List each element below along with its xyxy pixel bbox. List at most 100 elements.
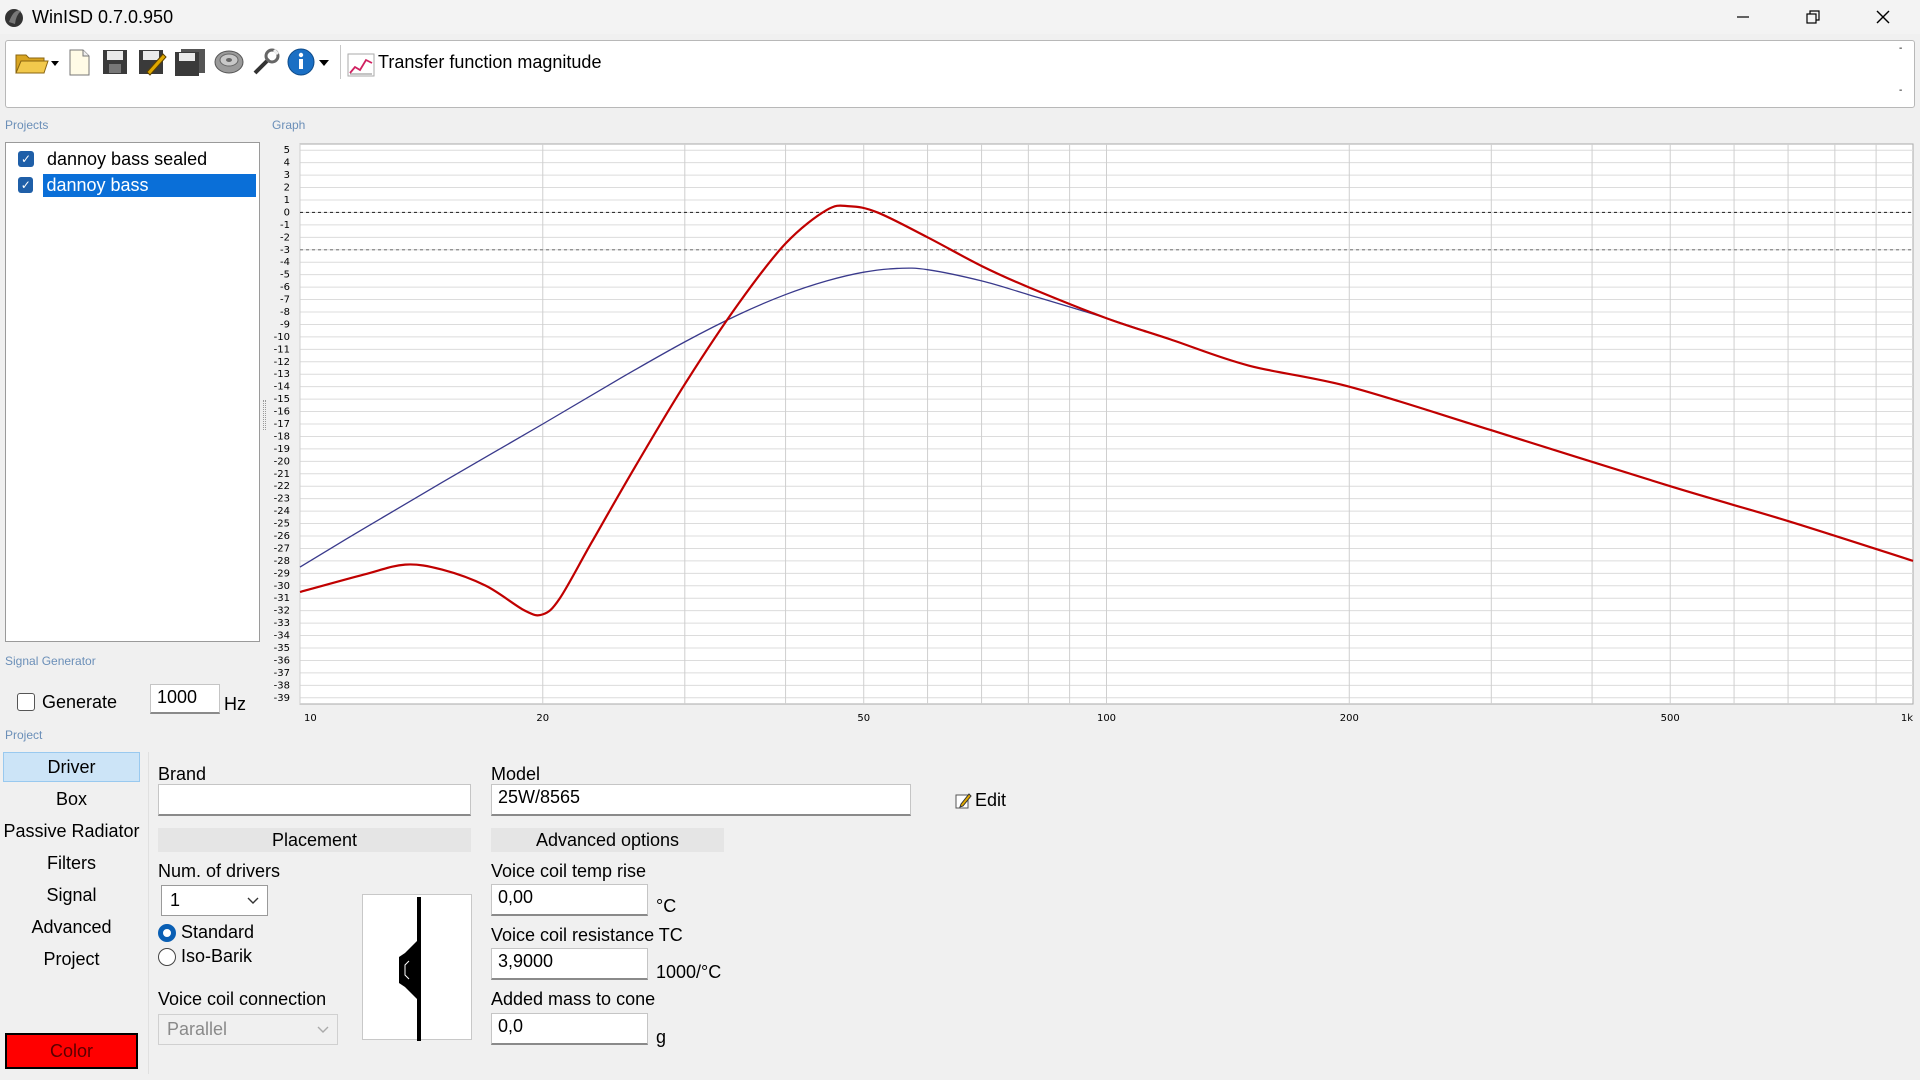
info-button[interactable] — [286, 46, 332, 78]
y-tick-label: -35 — [274, 643, 290, 654]
generate-checkbox[interactable] — [17, 693, 35, 711]
y-tick-label: -27 — [274, 543, 290, 554]
placement-header: Placement — [158, 828, 471, 852]
open-folder-icon — [15, 54, 59, 74]
toolbar: Transfer function magnitude - - — [5, 40, 1915, 108]
edit-button[interactable]: Edit — [954, 790, 1006, 811]
toolbar-separator — [340, 45, 341, 79]
y-tick-label: -34 — [274, 631, 290, 642]
y-tick-label: -37 — [274, 668, 290, 679]
save-all-button[interactable] — [172, 46, 208, 78]
graph-type-label[interactable]: Transfer function magnitude — [378, 52, 601, 73]
y-tick-label: -29 — [274, 568, 290, 579]
added-mass-input[interactable]: 0,0 — [491, 1013, 648, 1045]
y-tick-label: -32 — [274, 606, 290, 617]
new-project-button[interactable] — [64, 46, 94, 78]
y-tick-label: -31 — [274, 593, 290, 604]
added-mass-label: Added mass to cone — [491, 989, 656, 1009]
y-tick-label: -21 — [274, 469, 290, 480]
panel-splitter[interactable] — [263, 400, 266, 430]
vc-connection-select[interactable]: Parallel — [158, 1014, 338, 1045]
tab-project[interactable]: Project — [3, 944, 140, 974]
minimize-button[interactable] — [1708, 0, 1778, 34]
y-tick-label: -5 — [280, 270, 290, 281]
y-tick-label: -22 — [274, 481, 290, 492]
project-item-0[interactable]: ✓ dannoy bass sealed — [10, 147, 256, 171]
num-drivers-select[interactable]: 1 — [161, 885, 268, 916]
signal-generator-section-label: Signal Generator — [5, 654, 96, 668]
x-tick-label: 1k — [1901, 713, 1913, 722]
tab-advanced[interactable]: Advanced — [3, 912, 140, 942]
tab-signal[interactable]: Signal — [3, 880, 140, 910]
close-button[interactable] — [1848, 0, 1918, 34]
info-icon — [287, 48, 329, 76]
vc-temp-rise-input[interactable]: 0,00 — [491, 884, 648, 916]
x-tick-label: 10 — [304, 713, 317, 722]
tab-driver[interactable]: Driver — [3, 752, 140, 782]
restore-button[interactable] — [1778, 0, 1848, 34]
y-tick-label: -1 — [280, 220, 290, 231]
open-button[interactable] — [14, 46, 60, 78]
toolbar-grip-bottom: - — [1899, 85, 1903, 96]
y-tick-label: 2 — [284, 183, 290, 194]
vc-resistance-tc-input[interactable]: 3,9000 — [491, 948, 648, 980]
edit-label: Edit — [975, 790, 1007, 810]
project-checkbox-0[interactable]: ✓ — [18, 151, 34, 167]
x-tick-label: 500 — [1661, 713, 1680, 722]
project-label-1: dannoy bass — [43, 173, 256, 197]
vc-temp-rise-label: Voice coil temp rise — [491, 861, 647, 881]
y-tick-label: 1 — [284, 195, 290, 206]
radio-standard-indicator[interactable] — [158, 923, 176, 942]
radio-standard[interactable]: Standard — [158, 922, 254, 943]
radio-isobarik[interactable]: Iso-Barik — [158, 946, 252, 967]
radio-isobarik-label: Iso-Barik — [181, 946, 253, 966]
generate-label: Generate — [42, 692, 118, 712]
save-button[interactable] — [99, 46, 131, 78]
project-item-1[interactable]: ✓ dannoy bass — [10, 173, 256, 197]
model-input[interactable]: 25W/8565 — [491, 784, 911, 816]
y-tick-label: -19 — [274, 444, 290, 455]
y-tick-label: -28 — [274, 556, 290, 567]
x-tick-label: 100 — [1097, 713, 1116, 722]
y-tick-label: -20 — [274, 456, 290, 467]
tools-button[interactable] — [250, 46, 282, 78]
y-tick-label: -13 — [274, 369, 290, 380]
app-window: WinISD 0.7.0.950 Transfer function magni… — [0, 0, 1920, 1080]
new-document-icon — [69, 49, 90, 76]
model-label: Model — [491, 764, 541, 784]
brand-input[interactable] — [158, 784, 471, 816]
x-tick-label: 200 — [1340, 713, 1359, 722]
tab-passive-radiator[interactable]: Passive Radiator — [3, 816, 140, 846]
y-tick-label: -33 — [274, 618, 290, 629]
color-button[interactable]: Color — [5, 1033, 138, 1069]
tab-filters[interactable]: Filters — [3, 848, 140, 878]
y-tick-label: -4 — [280, 257, 290, 268]
y-tick-label: 0 — [284, 207, 290, 218]
projects-list[interactable]: ✓ dannoy bass sealed ✓ dannoy bass — [5, 142, 260, 642]
save-as-button[interactable] — [135, 46, 169, 78]
graph-area[interactable]: 5 4 3 2 1 0 -1 -2 -3 -4 -5 -6 -7 -8 -9 -10 -11 -12 -13 -14-… — [270, 142, 1915, 724]
project-checkbox-1[interactable]: ✓ — [18, 177, 34, 193]
y-tick-label: -6 — [280, 282, 290, 293]
restore-icon — [1806, 10, 1820, 24]
graph-section-label: Graph — [272, 118, 306, 132]
transfer-function-chart[interactable]: 543210-1-2-3-4-5-6-7-8-9-10-11-12-13-14-… — [270, 142, 1915, 724]
y-tick-label: -36 — [274, 655, 290, 666]
frequency-input[interactable]: 1000 — [150, 684, 220, 714]
graph-type-icon[interactable] — [347, 53, 375, 77]
y-tick-label: -24 — [274, 506, 290, 517]
chevron-down-icon — [247, 897, 259, 904]
toolbar-grip-top: - — [1899, 43, 1903, 54]
radio-standard-label: Standard — [181, 922, 255, 942]
y-tick-label: -3 — [280, 245, 290, 256]
radio-isobarik-indicator[interactable] — [158, 947, 176, 966]
title-bar: WinISD 0.7.0.950 — [0, 0, 1920, 34]
tab-box[interactable]: Box — [3, 784, 140, 814]
y-tick-label: -7 — [280, 295, 290, 306]
x-tick-label: 50 — [857, 713, 870, 722]
window-title: WinISD 0.7.0.950 — [32, 7, 174, 27]
y-tick-label: -8 — [280, 307, 290, 318]
save-icon — [103, 50, 127, 74]
driver-database-button[interactable] — [212, 46, 246, 78]
y-tick-label: -14 — [274, 382, 290, 393]
